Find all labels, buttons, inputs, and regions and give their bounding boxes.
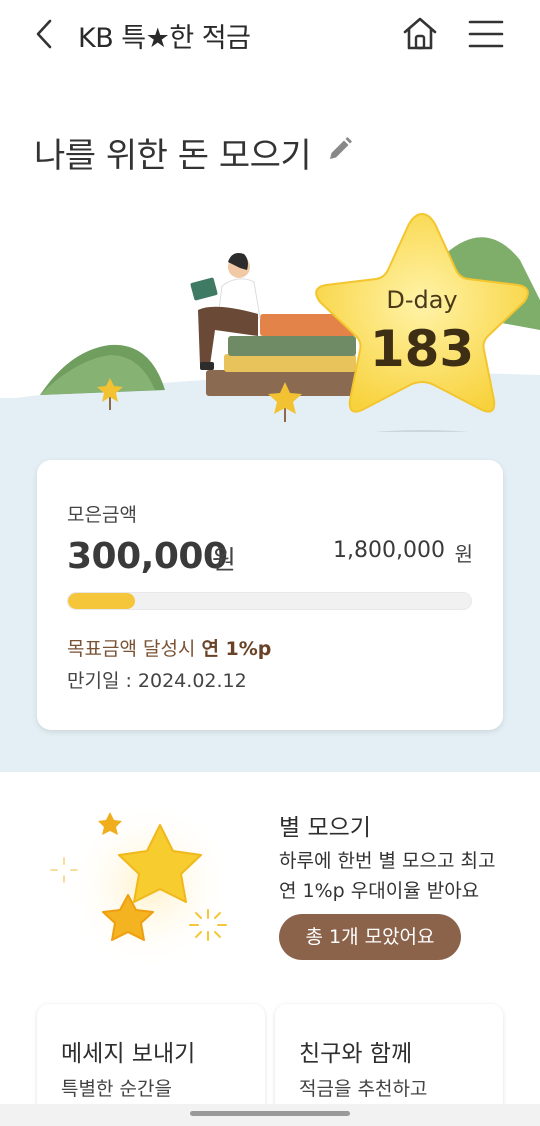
savings-progress-bar bbox=[67, 592, 472, 610]
dday-label: D-day bbox=[386, 286, 458, 314]
home-indicator[interactable] bbox=[190, 1111, 350, 1116]
bonus-rate-text: 목표금액 달성시 연 1%p bbox=[67, 634, 271, 661]
back-icon[interactable] bbox=[30, 16, 62, 52]
stars-desc-line2: 연 1%p 우대이율 받아요 bbox=[279, 880, 480, 902]
stars-section-title: 별 모으기 bbox=[279, 815, 371, 841]
savings-progress-fill bbox=[68, 593, 136, 609]
home-icon[interactable] bbox=[400, 14, 440, 54]
stars-count-button[interactable]: 총 1개 모았어요 bbox=[279, 914, 461, 960]
with-friend-title: 친구와 함께 bbox=[299, 1041, 413, 1067]
saved-amount-unit: 원 bbox=[212, 546, 236, 576]
goal-amount-unit: 원 bbox=[454, 542, 473, 566]
dday-star-badge bbox=[306, 206, 538, 446]
stars-desc-line1: 하루에 한번 별 모으고 최고 bbox=[279, 850, 496, 872]
savings-summary-card[interactable]: 모은금액 300,000 원 1,800,000 원 목표금액 달성시 연 1%… bbox=[37, 460, 503, 730]
page-title: 나를 위한 돈 모으기 bbox=[34, 136, 312, 176]
goal-amount-value: 1,800,000 bbox=[333, 538, 445, 563]
hamburger-menu-icon[interactable] bbox=[466, 16, 506, 52]
stars-illustration bbox=[40, 800, 260, 970]
dday-value: 183 bbox=[369, 320, 475, 378]
saved-amount-label: 모은금액 bbox=[67, 504, 137, 526]
with-friend-desc: 적금을 추천하고 bbox=[299, 1078, 428, 1100]
app-header: KB 특★한 적금 bbox=[0, 0, 540, 70]
maturity-date: 만기일 : 2024.02.12 bbox=[67, 670, 247, 692]
stars-section-description: 하루에 한번 별 모으고 최고 연 1%p 우대이율 받아요 bbox=[279, 846, 519, 906]
header-title: KB 특★한 적금 bbox=[78, 23, 251, 54]
bonus-condition: 목표금액 달성시 bbox=[67, 638, 202, 660]
saved-amount-value: 300,000 bbox=[67, 536, 228, 577]
bonus-rate-value: 연 1%p bbox=[201, 638, 272, 660]
send-message-desc: 특별한 순간을 bbox=[61, 1078, 172, 1100]
pencil-icon[interactable] bbox=[326, 135, 354, 163]
send-message-title: 메세지 보내기 bbox=[61, 1041, 196, 1067]
